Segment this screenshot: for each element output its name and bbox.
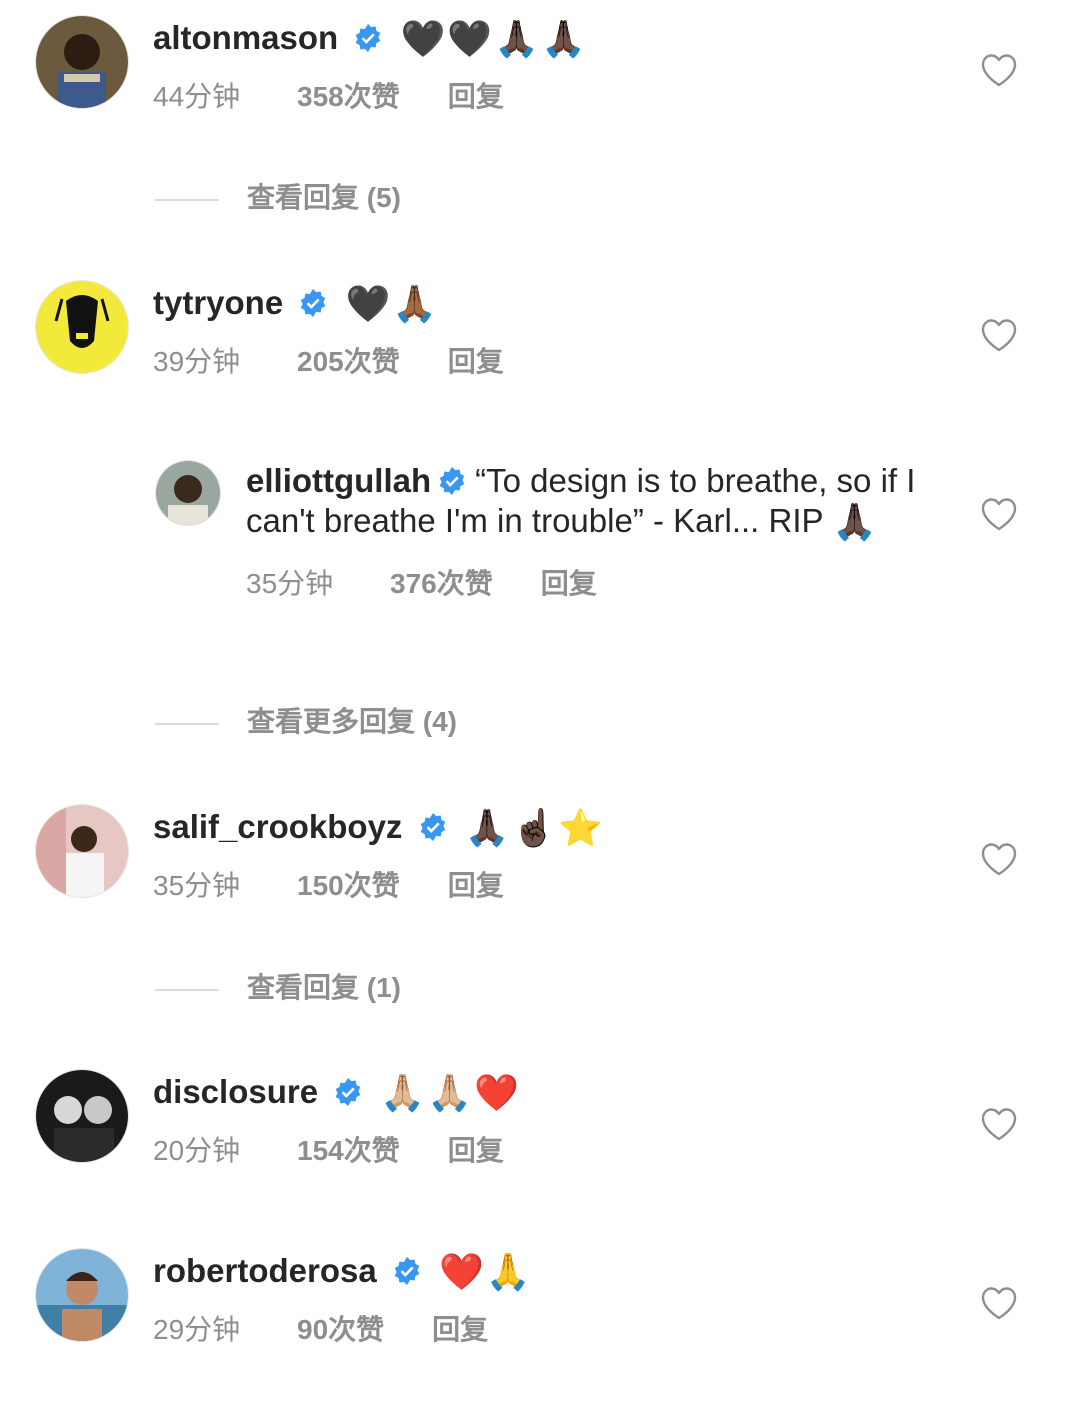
comment-username[interactable]: disclosure — [153, 1073, 318, 1110]
comment-username[interactable]: salif_crookboyz — [153, 808, 402, 845]
reply-button[interactable]: 回复 — [448, 864, 504, 904]
comment-meta: 20分钟 154次赞 回复 — [153, 1129, 521, 1169]
comment-meta: 44分钟 358次赞 回复 — [153, 75, 588, 115]
comment-emojis: 🖤🙏🏾 — [345, 283, 440, 324]
comment-time: 35分钟 — [153, 870, 241, 901]
comment-username[interactable]: altonmason — [153, 19, 338, 56]
comment-time: 44分钟 — [153, 81, 241, 112]
avatar[interactable] — [35, 804, 129, 898]
avatar[interactable] — [35, 15, 129, 109]
like-heart-icon[interactable] — [980, 53, 1018, 87]
comment-time: 29分钟 — [153, 1314, 241, 1345]
avatar[interactable] — [35, 1248, 129, 1342]
comment-likes[interactable]: 205次赞 — [297, 340, 400, 380]
verified-badge-icon — [418, 812, 448, 842]
comment-username[interactable]: elliottgullah — [246, 462, 431, 499]
view-more-replies-link[interactable]: 查看更多回复 (4) — [155, 700, 457, 740]
comment-likes[interactable]: 90次赞 — [297, 1308, 384, 1348]
verified-badge-icon — [298, 288, 328, 318]
comment-likes[interactable]: 358次赞 — [297, 75, 400, 115]
like-heart-icon[interactable] — [980, 497, 1018, 531]
comment-username[interactable]: tytryone — [153, 284, 283, 321]
comment-likes[interactable]: 376次赞 — [390, 562, 493, 602]
like-heart-icon[interactable] — [980, 1286, 1018, 1320]
comment-time: 39分钟 — [153, 346, 241, 377]
verified-badge-icon — [392, 1256, 422, 1286]
reply-button[interactable]: 回复 — [448, 75, 504, 115]
comment-likes[interactable]: 154次赞 — [297, 1129, 400, 1169]
reply-button[interactable]: 回复 — [448, 1129, 504, 1169]
view-replies-link[interactable]: 查看回复 (5) — [155, 176, 401, 216]
view-replies-label: 查看更多回复 (4) — [247, 706, 458, 737]
view-replies-label: 查看回复 (1) — [247, 972, 402, 1003]
comment-emojis: 🙏🏼🙏🏼❤️ — [380, 1072, 521, 1113]
comment-meta: 29分钟 90次赞 回复 — [153, 1308, 533, 1348]
like-heart-icon[interactable] — [980, 842, 1018, 876]
comment-emojis: 🖤🖤🙏🏿🙏🏿 — [400, 18, 588, 59]
verified-badge-icon — [353, 23, 383, 53]
verified-badge-icon — [437, 466, 467, 496]
comment-meta: 35分钟 150次赞 回复 — [153, 864, 605, 904]
avatar[interactable] — [155, 460, 221, 526]
comment-likes[interactable]: 150次赞 — [297, 864, 400, 904]
comment-meta: 39分钟 205次赞 回复 — [153, 340, 504, 380]
comment-time: 20分钟 — [153, 1135, 241, 1166]
reply-button[interactable]: 回复 — [448, 340, 504, 380]
comment-username[interactable]: robertoderosa — [153, 1252, 377, 1289]
avatar[interactable] — [35, 1069, 129, 1163]
divider-line — [155, 198, 219, 201]
comment-time: 35分钟 — [246, 568, 334, 599]
reply-button[interactable]: 回复 — [432, 1308, 488, 1348]
avatar[interactable] — [35, 280, 129, 374]
comment-emojis: 🙏🏿☝🏿⭐ — [464, 807, 606, 848]
verified-badge-icon — [333, 1077, 363, 1107]
reply-button[interactable]: 回复 — [541, 562, 597, 602]
comment-emojis: ❤️🙏 — [439, 1251, 533, 1292]
like-heart-icon[interactable] — [980, 318, 1018, 352]
comment-meta: 35分钟 376次赞 回复 — [246, 562, 926, 602]
like-heart-icon[interactable] — [980, 1107, 1018, 1141]
divider-line — [155, 988, 219, 991]
divider-line — [155, 722, 219, 725]
view-replies-label: 查看回复 (5) — [247, 182, 402, 213]
view-replies-link[interactable]: 查看回复 (1) — [155, 966, 401, 1006]
comment-emojis: 🙏🏿 — [832, 501, 879, 542]
